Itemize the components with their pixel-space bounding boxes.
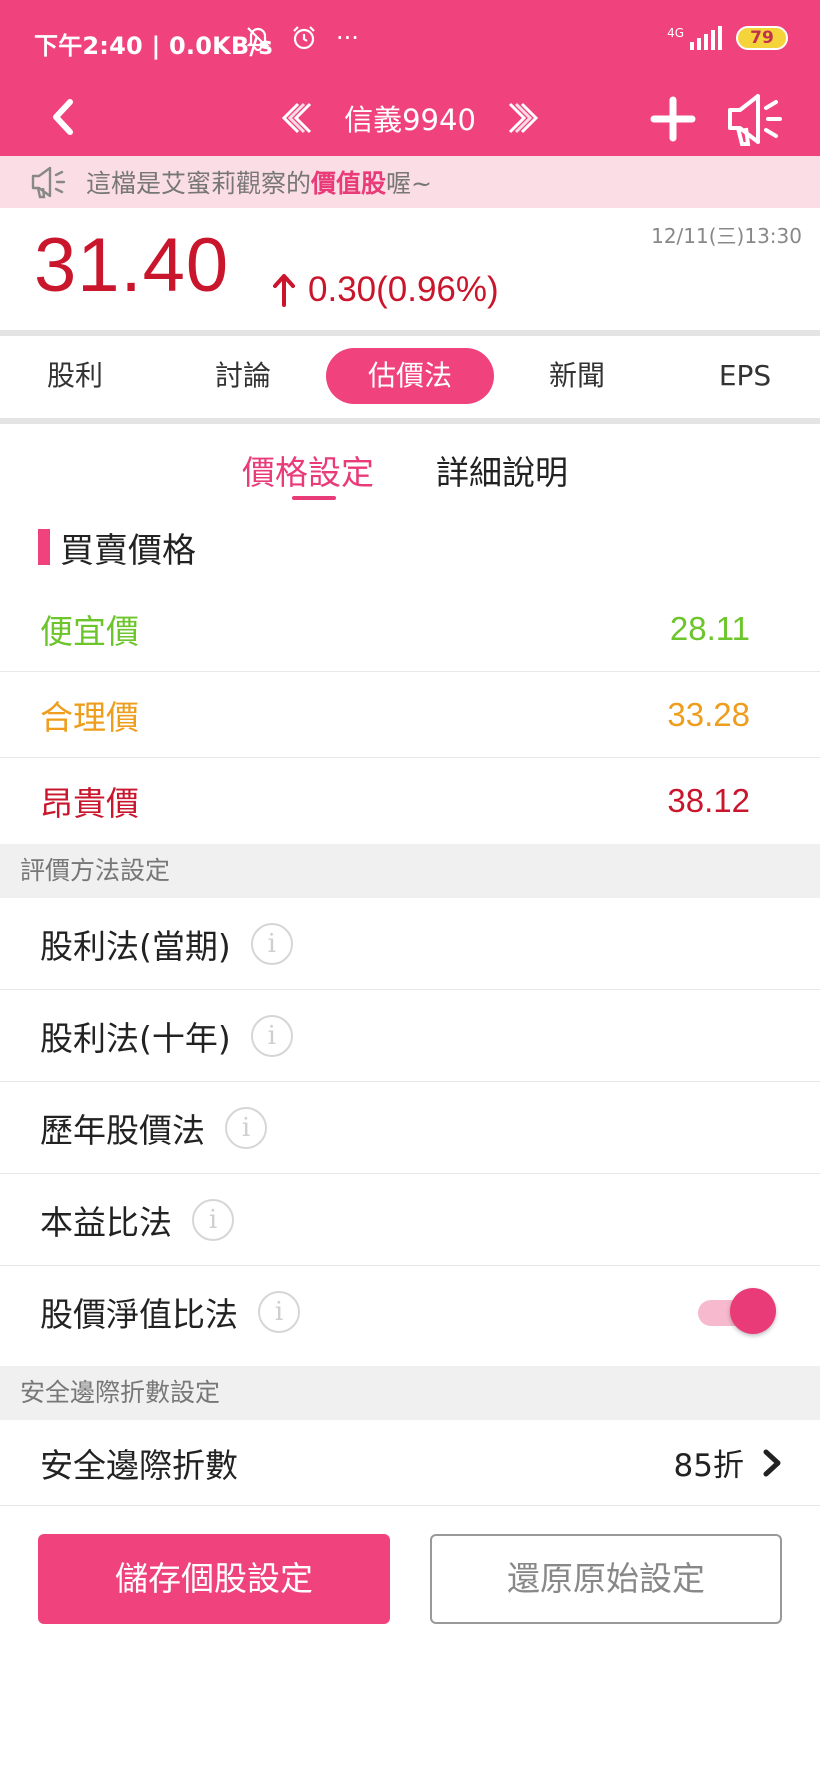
divider [0,418,820,424]
method-pb-ratio[interactable]: 股價淨值比法 i [0,1266,820,1358]
signal-icon [690,26,722,50]
safety-margin-value: 85折 [673,1448,744,1484]
price-row-label: 便宜價 [40,611,139,651]
info-icon[interactable]: i [258,1291,300,1333]
status-right: 4G 79 [667,26,788,50]
network-label: 4G [667,26,684,40]
alarm-clock-icon [293,26,315,50]
chevron-right-icon [763,1449,781,1477]
tab-dividend[interactable]: 股利 [30,348,120,404]
save-stock-settings-button[interactable]: 儲存個股設定 [38,1534,390,1624]
methods-header: 評價方法設定 [0,844,820,898]
method-historical-price[interactable]: 歷年股價法 i [0,1082,820,1174]
quote-datetime: 12/11(三)13:30 [651,224,802,248]
price-row-fair: 合理價 33.28 [0,672,820,758]
section-accent-bar [38,529,50,565]
price-row-cheap: 便宜價 28.11 [0,586,820,672]
method-pe-ratio[interactable]: 本益比法 i [0,1174,820,1266]
info-icon[interactable]: i [250,1014,293,1057]
price-change: 0.30(0.96%) [272,270,499,310]
battery-icon: 79 [736,26,788,50]
method-dividend-current[interactable]: 股利法(當期) i [0,898,820,990]
method-dividend-ten-year[interactable]: 股利法(十年) i [0,990,820,1082]
back-icon[interactable] [40,92,90,142]
more-dots-icon: ··· [336,24,359,52]
tab-discussion[interactable]: 討論 [198,348,288,404]
notice-banner: 這檔是艾蜜莉觀察的價值股喔~ [0,156,820,208]
info-icon[interactable]: i [225,1106,267,1149]
current-price: 31.40 [34,223,230,308]
plus-icon[interactable] [648,94,698,144]
double-chevron-right-icon[interactable] [500,98,548,138]
toggle-knob [730,1288,776,1334]
tab-valuation[interactable]: 估價法 [326,348,494,404]
active-underline [292,496,336,500]
double-chevron-left-icon[interactable] [272,98,320,138]
status-bar: 下午2:40 | 0.0KB/s ··· 4G 79 [0,0,820,82]
megaphone-icon [31,166,66,199]
main-tabs: 股利 討論 估價法 新聞 EPS [0,338,820,418]
subtab-details[interactable]: 詳細說明 [436,446,568,494]
price-row-label: 昂貴價 [40,784,139,823]
price-row-value: 33.28 [667,695,750,733]
quote-block: 31.40 0.30(0.96%) 12/11(三)13:30 [0,208,820,330]
page-title: 信義9940 [344,103,476,137]
safety-margin-row[interactable]: 安全邊際折數 85折 [0,1420,820,1506]
nav-bar: 信義9940 [0,82,820,156]
status-time: 下午2:40 | 0.0KB/s [34,32,273,60]
bell-off-icon [246,27,270,52]
status-icons: ··· [244,24,359,52]
tab-eps[interactable]: EPS [700,348,790,404]
price-row-value: 28.11 [669,609,750,647]
sub-tabs: 價格設定 詳細說明 [0,446,820,506]
pb-ratio-toggle[interactable] [698,1288,776,1334]
notice-text: 這檔是艾蜜莉觀察的價值股喔~ [86,169,432,198]
section-title: 買賣價格 [38,522,196,572]
reset-settings-button[interactable]: 還原原始設定 [430,1534,782,1624]
safety-header: 安全邊際折數設定 [0,1366,820,1420]
tab-news[interactable]: 新聞 [532,348,622,404]
speaker-icon[interactable] [724,90,784,148]
price-row-value: 38.12 [667,782,750,819]
subtab-price-settings[interactable]: 價格設定 [242,446,374,494]
info-icon[interactable]: i [192,1198,234,1241]
price-row-expensive: 昂貴價 38.12 [0,758,820,844]
price-row-label: 合理價 [40,697,139,737]
arrow-up-icon [273,274,295,307]
stock-switcher: 信義9940 [272,92,548,144]
divider [0,330,820,336]
info-icon[interactable]: i [250,922,293,965]
